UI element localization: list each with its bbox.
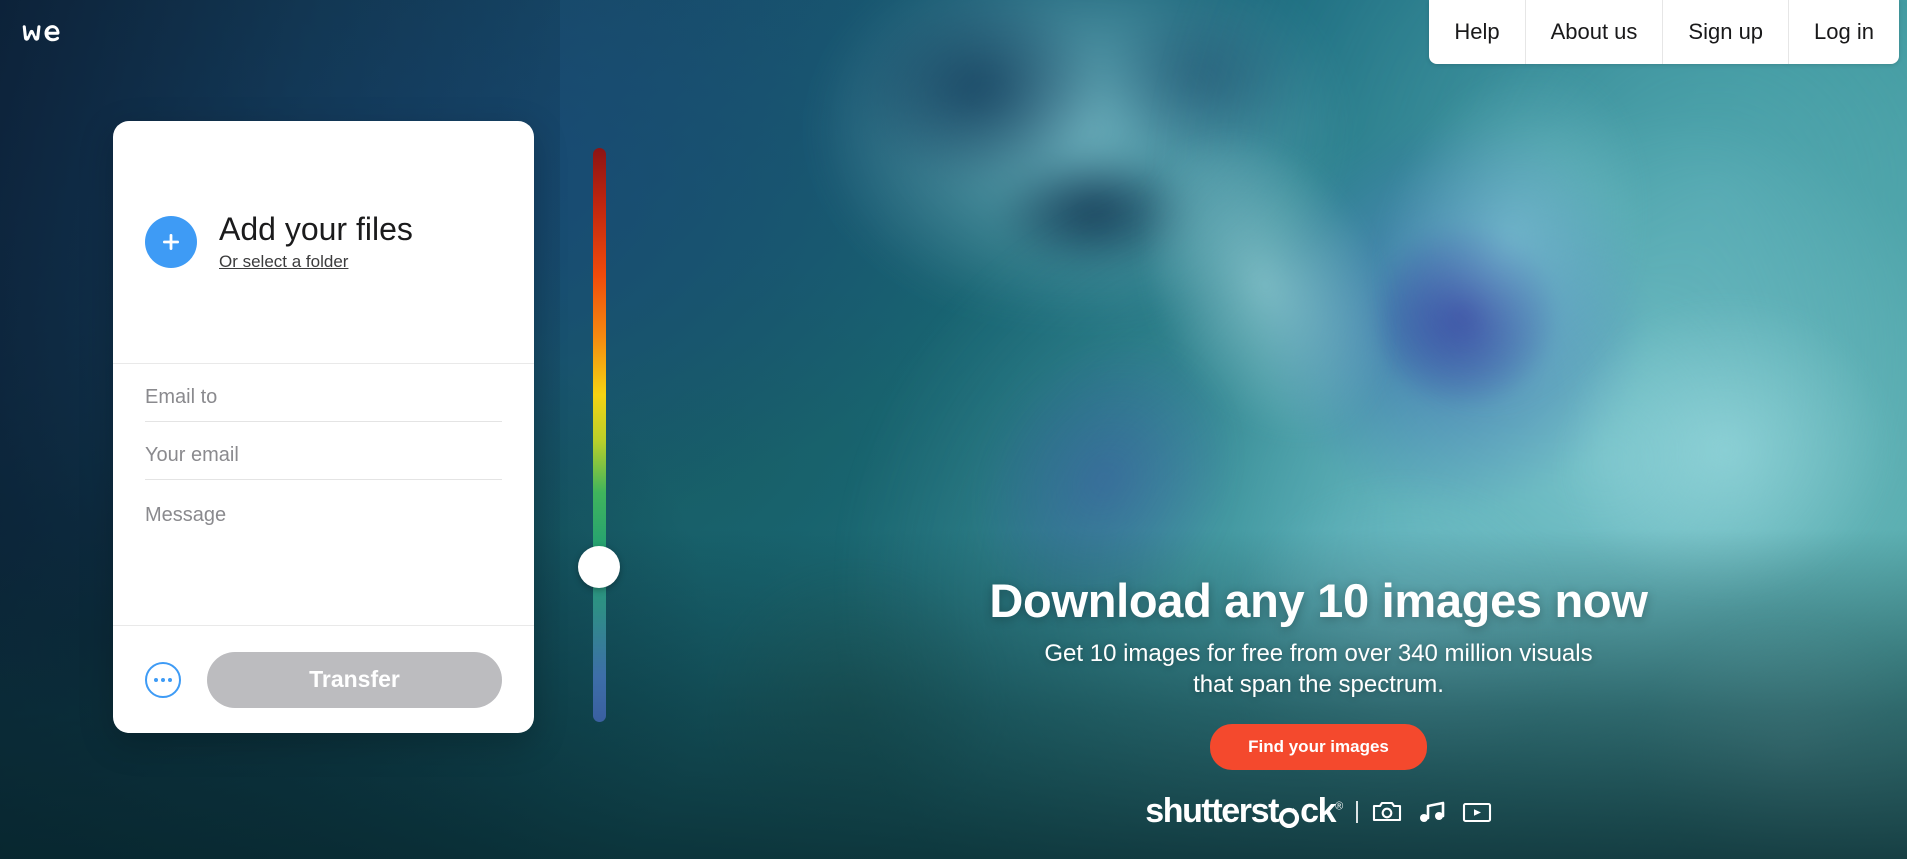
upload-panel: Add your files Or select a folder Email … xyxy=(113,121,534,733)
camera-icon[interactable] xyxy=(1372,800,1402,824)
transfer-button[interactable]: Transfer xyxy=(207,651,502,708)
your-email-input[interactable]: Your email xyxy=(145,422,502,480)
ellipsis-icon[interactable] xyxy=(145,661,181,698)
shutterstock-wordmark-text: shutterst xyxy=(1145,792,1279,830)
advert-subtext: Get 10 images for free from over 340 mil… xyxy=(1044,639,1593,698)
video-play-icon[interactable] xyxy=(1462,800,1492,824)
registered-mark: ® xyxy=(1335,800,1343,813)
message-input[interactable]: Message xyxy=(145,480,502,625)
select-folder-link[interactable]: Or select a folder xyxy=(219,252,348,272)
ellipsis-dots xyxy=(154,677,172,682)
color-slider-track[interactable] xyxy=(593,148,606,722)
add-files-title: Add your files xyxy=(219,211,413,248)
shutterstock-wordmark-tail: ck xyxy=(1300,792,1336,830)
nav-sign-up[interactable]: Sign up xyxy=(1663,0,1790,64)
nav-help[interactable]: Help xyxy=(1429,0,1526,64)
nav-log-in[interactable]: Log in xyxy=(1789,0,1899,64)
wetransfer-logo[interactable] xyxy=(22,18,82,50)
nav-about-us[interactable]: About us xyxy=(1526,0,1664,64)
shutterstock-brand[interactable]: shutterst ck® xyxy=(730,792,1907,831)
top-navigation[interactable]: Help About us Sign up Log in xyxy=(1429,0,1899,64)
advert-headline: Download any 10 images now xyxy=(989,573,1648,627)
brand-icon-row xyxy=(1372,800,1492,824)
plus-icon[interactable] xyxy=(145,216,197,268)
color-slider-thumb[interactable] xyxy=(578,546,620,589)
find-your-images-button[interactable]: Find your images xyxy=(1210,724,1427,770)
file-drop-zone[interactable]: Add your files Or select a folder xyxy=(113,121,534,364)
music-note-icon[interactable] xyxy=(1418,800,1446,824)
email-to-input[interactable]: Email to xyxy=(145,364,502,422)
panel-footer: Transfer xyxy=(113,625,534,733)
shutterstock-advert: Download any 10 images now Get 10 images… xyxy=(730,573,1907,831)
shutterstock-wordmark: shutterst ck® xyxy=(1145,792,1343,831)
brand-divider xyxy=(1355,800,1358,823)
color-slider[interactable] xyxy=(578,148,620,722)
